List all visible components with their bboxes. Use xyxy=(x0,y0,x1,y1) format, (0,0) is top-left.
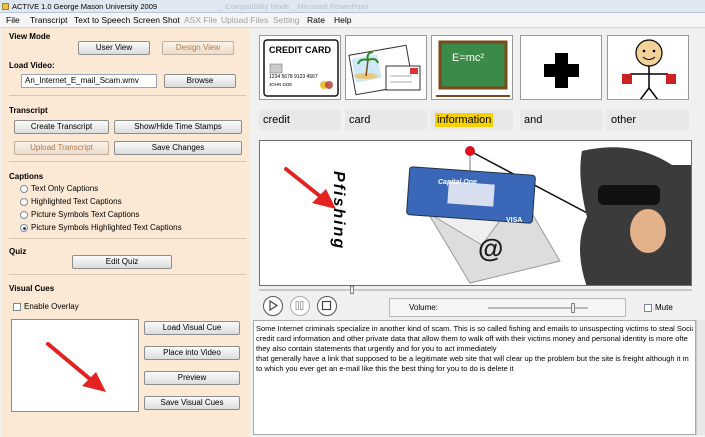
menu-transcript[interactable]: Transcript xyxy=(30,13,67,28)
preview-button[interactable]: Preview xyxy=(144,371,240,385)
video-card-brand: Capital One xyxy=(438,179,477,186)
create-transcript-button[interactable]: Create Transcript xyxy=(14,120,109,134)
user-view-button[interactable]: User View xyxy=(78,41,150,55)
menu-text-to-speech[interactable]: Text to Speech xyxy=(74,13,130,28)
symbol-credit-card: CREDIT CARD 1234 5678 9123 4567 JOHN DOE xyxy=(259,35,341,100)
seek-track[interactable] xyxy=(259,289,692,291)
formula-text: E=mc² xyxy=(452,52,485,64)
symbol-other xyxy=(607,35,689,100)
credit-card-name: JOHN DOE xyxy=(269,82,293,87)
video-overlay-text: Pfishing xyxy=(330,171,347,251)
pause-button[interactable] xyxy=(290,296,310,316)
play-icon xyxy=(269,299,279,312)
menu-screen-shot[interactable]: Screen Shot xyxy=(133,13,180,28)
menu-help[interactable]: Help xyxy=(334,13,351,28)
show-hide-timestamps-button[interactable]: Show/Hide Time Stamps xyxy=(114,120,242,134)
video-file-field[interactable]: An_Internet_E_mail_Scam.wmv xyxy=(21,74,157,88)
transcript-line: Some Internet criminals specialize in an… xyxy=(256,324,693,333)
transcript-line: that generally have a link that supposed… xyxy=(256,354,689,363)
caption-option-label: Text Only Captions xyxy=(31,184,99,193)
caption-option-picture-symbols[interactable] xyxy=(20,211,28,219)
volume-control: Volume: xyxy=(389,298,626,317)
menu-asx-file[interactable]: ASX File xyxy=(184,13,217,28)
control-panel: View Mode User View Design View Load Vid… xyxy=(2,28,250,437)
menu-bar: File Transcript Text to Speech Screen Sh… xyxy=(0,13,705,28)
load-video-heading: Load Video: xyxy=(9,61,55,70)
visual-cues-heading: Visual Cues xyxy=(9,284,55,293)
transcript-line: credit card information and other privat… xyxy=(256,334,688,343)
caption-option-label: Highlighted Text Captions xyxy=(31,197,122,206)
design-view-button[interactable]: Design View xyxy=(162,41,234,55)
menu-file[interactable]: File xyxy=(6,13,20,28)
play-button[interactable] xyxy=(263,296,283,316)
place-into-video-button[interactable]: Place into Video xyxy=(144,346,240,360)
quiz-heading: Quiz xyxy=(9,247,27,256)
video-email-symbol: @ xyxy=(478,233,504,263)
divider xyxy=(9,274,246,275)
symbol-and xyxy=(520,35,602,100)
save-visual-cues-button[interactable]: Save Visual Cues xyxy=(144,396,240,410)
menu-rate[interactable]: Rate xyxy=(307,13,325,28)
caption-option-label: Picture Symbols Highlighted Text Caption… xyxy=(31,223,182,232)
caption-word-highlighted: information xyxy=(431,110,513,130)
window-title-overflow: _ Compatibility Mode _ Microsoft PowerPo… xyxy=(219,2,369,11)
window-title: ACTIVE 1.0 George Mason University 2009 xyxy=(12,2,158,11)
save-changes-button[interactable]: Save Changes xyxy=(114,141,242,155)
load-visual-cue-button[interactable]: Load Visual Cue xyxy=(144,321,240,335)
menu-upload-files[interactable]: Upload Files xyxy=(221,13,268,28)
browse-button[interactable]: Browse xyxy=(164,74,236,88)
transcript-heading: Transcript xyxy=(9,106,48,115)
video-card-visa: VISA xyxy=(506,217,523,224)
pause-icon xyxy=(295,301,304,310)
stop-icon xyxy=(321,300,332,311)
edit-quiz-button[interactable]: Edit Quiz xyxy=(72,255,172,269)
menu-setting[interactable]: Setting xyxy=(273,13,299,28)
caption-option-highlighted[interactable] xyxy=(20,198,28,206)
volume-thumb[interactable] xyxy=(571,303,575,313)
divider xyxy=(9,161,246,162)
divider xyxy=(9,238,246,239)
red-arrow-icon xyxy=(46,342,106,392)
transcript-line: they also contain statements that urgent… xyxy=(256,344,497,353)
caption-word: card xyxy=(345,110,427,130)
person-icon xyxy=(622,39,676,99)
captions-heading: Captions xyxy=(9,172,44,181)
mute-checkbox[interactable] xyxy=(644,304,652,312)
caption-word: credit xyxy=(259,110,341,130)
caption-option-text-only[interactable] xyxy=(20,185,28,193)
caption-word: other xyxy=(607,110,689,130)
video-frame[interactable]: Pfishing Capital One VISA @ xyxy=(259,140,692,286)
volume-label: Volume: xyxy=(409,303,438,312)
enable-overlay-label: Enable Overlay xyxy=(24,302,79,311)
player-panel: CREDIT CARD 1234 5678 9123 4567 JOHN DOE… xyxy=(252,28,705,437)
seek-thumb[interactable] xyxy=(350,286,354,294)
postcard-icon xyxy=(348,44,421,96)
caption-option-label: Picture Symbols Text Captions xyxy=(31,210,140,219)
visual-cue-preview-area[interactable] xyxy=(11,319,139,412)
mute-label: Mute xyxy=(655,303,673,312)
transcript-line: to which you ever get an e-mail like thi… xyxy=(256,364,514,373)
title-bar: ACTIVE 1.0 George Mason University 2009 … xyxy=(0,0,705,13)
symbol-card xyxy=(345,35,427,100)
video-scene xyxy=(260,141,691,285)
transcript-scrollbar[interactable] xyxy=(696,320,705,435)
credit-card-number: 1234 5678 9123 4567 xyxy=(269,74,318,80)
enable-overlay-checkbox[interactable] xyxy=(13,303,21,311)
caption-option-picture-symbols-highlighted[interactable] xyxy=(20,224,28,232)
credit-card-title: CREDIT CARD xyxy=(269,45,331,55)
caption-word: and xyxy=(520,110,602,130)
symbol-information: E=mc² xyxy=(431,35,513,100)
chalkboard-icon xyxy=(436,40,510,97)
view-mode-heading: View Mode xyxy=(9,32,51,41)
plus-icon xyxy=(544,53,579,88)
transcript-text[interactable]: Some Internet criminals specialize in an… xyxy=(253,320,696,435)
app-icon xyxy=(2,3,9,10)
stop-button[interactable] xyxy=(317,296,337,316)
upload-transcript-button[interactable]: Upload Transcript xyxy=(14,141,109,155)
divider xyxy=(9,95,246,96)
